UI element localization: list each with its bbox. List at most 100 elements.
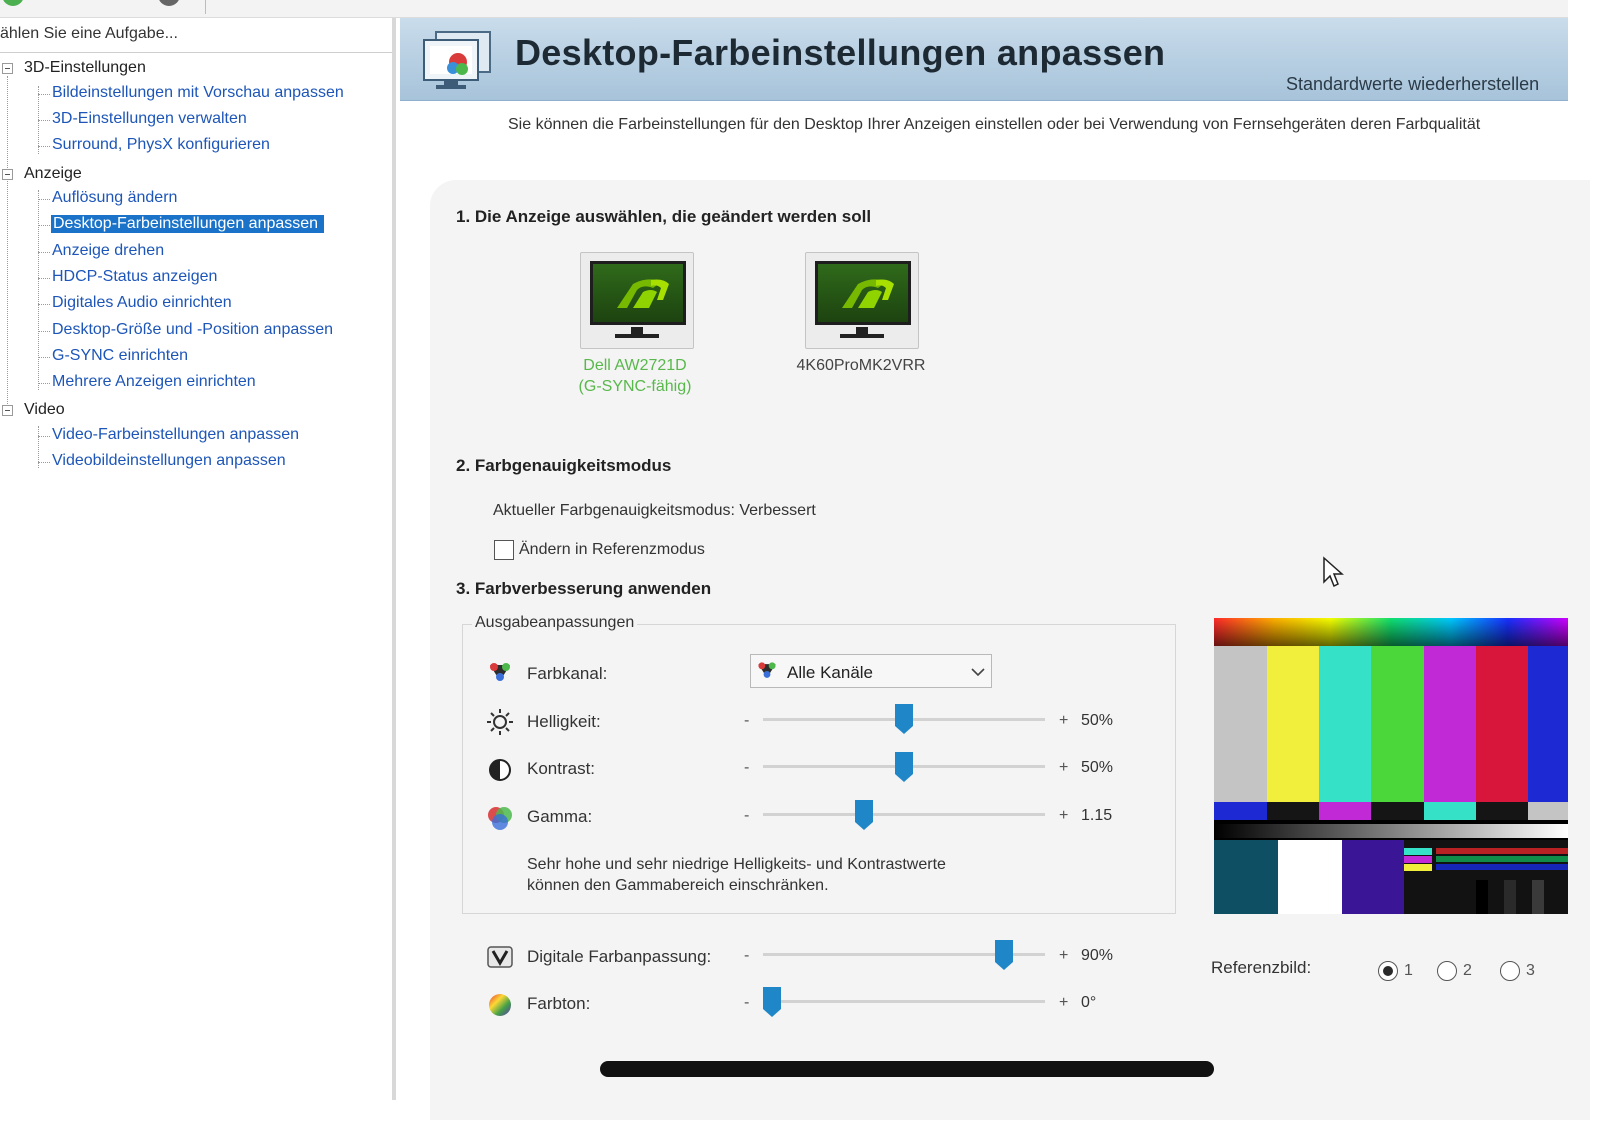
nvidia-logo-icon (593, 264, 683, 322)
hue-increase[interactable]: + (1059, 994, 1068, 1012)
tree-item-multiple-displays[interactable]: Mehrere Anzeigen einrichten (52, 373, 256, 391)
display-color-icon (423, 31, 491, 89)
mouse-cursor-icon (1323, 556, 1344, 588)
reference-option-3-radio[interactable] (1500, 961, 1520, 981)
monitor-screen (815, 261, 911, 325)
gamma-decrease[interactable]: - (744, 807, 749, 825)
gamma-label: Gamma: (527, 807, 593, 826)
reference-mode-checkbox[interactable] (494, 540, 514, 560)
gamma-slider-thumb[interactable] (855, 800, 874, 830)
vibrance-slider-thumb[interactable] (995, 940, 1014, 970)
tree-item-rotate[interactable]: Anzeige drehen (52, 242, 164, 260)
restore-defaults-link[interactable]: Standardwerte wiederherstellen (1286, 74, 1539, 95)
tree-category-video[interactable]: Video (24, 401, 65, 419)
collapse-toggle-icon[interactable] (2, 63, 13, 74)
reference-option-3-label[interactable]: 3 (1526, 962, 1535, 980)
color-channel-value: Alle Kanäle (787, 663, 874, 682)
gamma-increase[interactable]: + (1059, 807, 1068, 825)
display-label-dell: Dell AW2721D (G-SYNC-fähig) (565, 355, 705, 397)
gamma-warning-line1: Sehr hohe und sehr niedrige Helligkeits-… (527, 856, 946, 873)
content-panel: Desktop-Farbeinstellungen anpassen Stand… (400, 18, 1590, 1120)
tree-guide (38, 94, 50, 95)
brightness-value: 50% (1081, 712, 1114, 729)
page-header: Desktop-Farbeinstellungen anpassen Stand… (400, 18, 1568, 101)
tree-guide (38, 190, 39, 390)
brightness-decrease[interactable]: - (744, 712, 749, 730)
display-name: 4K60ProMK2VRR (796, 357, 926, 374)
tree-guide (38, 462, 50, 463)
section-select-display-title: 1. Die Anzeige auswählen, die geändert w… (456, 207, 872, 226)
gamma-slider-track[interactable] (763, 813, 1045, 816)
tree-item-desktop-color[interactable]: Desktop-Farbeinstellungen anpassen (51, 215, 325, 233)
hue-slider-thumb[interactable] (763, 987, 781, 1017)
tree-guide (38, 357, 50, 358)
back-button[interactable] (2, 0, 24, 6)
tree-item-surround-physx[interactable]: Surround, PhysX konfigurieren (52, 136, 270, 154)
brightness-label: Helligkeit: (527, 712, 601, 731)
tree-guide (7, 76, 8, 416)
tree-guide (38, 278, 50, 279)
vibrance-decrease[interactable]: - (744, 947, 749, 965)
contrast-label: Kontrast: (527, 759, 596, 778)
hue-label: Farbton: (527, 994, 591, 1013)
collapse-toggle-icon[interactable] (2, 405, 13, 416)
reference-test-image (1214, 618, 1568, 914)
sun-icon (487, 709, 513, 735)
toolbar (0, 0, 1568, 18)
reference-option-1-radio[interactable] (1378, 961, 1398, 981)
monitor-screen (590, 261, 686, 325)
gamma-icon (488, 807, 512, 830)
hue-slider-track[interactable] (763, 1000, 1045, 1003)
tree-item-manage-3d[interactable]: 3D-Einstellungen verwalten (52, 110, 247, 128)
reference-option-2-label[interactable]: 2 (1463, 962, 1472, 980)
contrast-slider-thumb[interactable] (895, 752, 913, 782)
collapse-toggle-icon[interactable] (2, 169, 13, 180)
tree-guide (38, 304, 50, 305)
monitor-base (840, 334, 884, 338)
vibrance-value: 90% (1081, 947, 1114, 964)
tree-item-hdcp[interactable]: HDCP-Status anzeigen (52, 268, 217, 286)
tree-item-desktop-size[interactable]: Desktop-Größe und -Position anpassen (52, 321, 333, 339)
display-subtitle: (G-SYNC-fähig) (578, 378, 692, 395)
tree-item-video-color[interactable]: Video-Farbeinstellungen anpassen (52, 426, 299, 444)
chevron-down-icon (971, 668, 985, 677)
display-tile-dell[interactable] (580, 252, 694, 349)
current-accuracy-mode: Aktueller Farbgenauigkeitsmodus: Verbess… (493, 502, 816, 519)
home-indicator (600, 1061, 1214, 1077)
brightness-slider-thumb[interactable] (895, 704, 913, 734)
hue-decrease[interactable]: - (744, 994, 749, 1012)
tree-guide (38, 199, 50, 200)
reference-option-2-radio[interactable] (1437, 961, 1457, 981)
display-label-4k60: 4K60ProMK2VRR (786, 355, 936, 376)
tree-category-3d[interactable]: 3D-Einstellungen (24, 59, 146, 77)
color-channel-icon (490, 663, 510, 681)
tree-category-display[interactable]: Anzeige (24, 165, 82, 183)
section-enhancement-title: 3. Farbverbesserung anwenden (456, 579, 712, 598)
task-tree: 3D-Einstellungen Bildeinstellungen mit V… (0, 18, 392, 488)
output-adjustments-title: Ausgabeanpassungen (472, 614, 638, 632)
brightness-increase[interactable]: + (1059, 712, 1068, 730)
display-tile-4k60[interactable] (805, 252, 919, 349)
color-bars-image (1214, 618, 1568, 914)
tree-item-video-image[interactable]: Videobildeinstellungen anpassen (52, 452, 286, 470)
tree-item-resolution[interactable]: Auflösung ändern (52, 189, 177, 207)
contrast-decrease[interactable]: - (744, 759, 749, 777)
reference-mode-label[interactable]: Ändern in Referenzmodus (519, 541, 705, 559)
gamma-value: 1.15 (1081, 807, 1113, 824)
tree-guide (38, 252, 50, 253)
tree-item-image-preview[interactable]: Bildeinstellungen mit Vorschau anpassen (52, 84, 344, 102)
color-channel-select[interactable]: Alle Kanäle (750, 654, 992, 688)
forward-button[interactable] (158, 0, 180, 6)
tree-item-digital-audio[interactable]: Digitales Audio einrichten (52, 294, 232, 312)
page-description: Sie können die Farbeinstellungen für den… (508, 116, 1481, 133)
tree-guide (38, 383, 50, 384)
digital-vibrance-label: Digitale Farbanpassung: (527, 947, 712, 966)
gamma-warning-line2: können den Gammabereich einschränken. (527, 877, 829, 894)
tree-guide (38, 331, 50, 332)
gamma-warning: Sehr hohe und sehr niedrige Helligkeits-… (527, 854, 946, 896)
reference-option-1-label[interactable]: 1 (1404, 962, 1413, 980)
tree-guide (38, 225, 50, 226)
vibrance-increase[interactable]: + (1059, 947, 1068, 965)
tree-item-gsync[interactable]: G-SYNC einrichten (52, 347, 188, 365)
contrast-increase[interactable]: + (1059, 759, 1068, 777)
